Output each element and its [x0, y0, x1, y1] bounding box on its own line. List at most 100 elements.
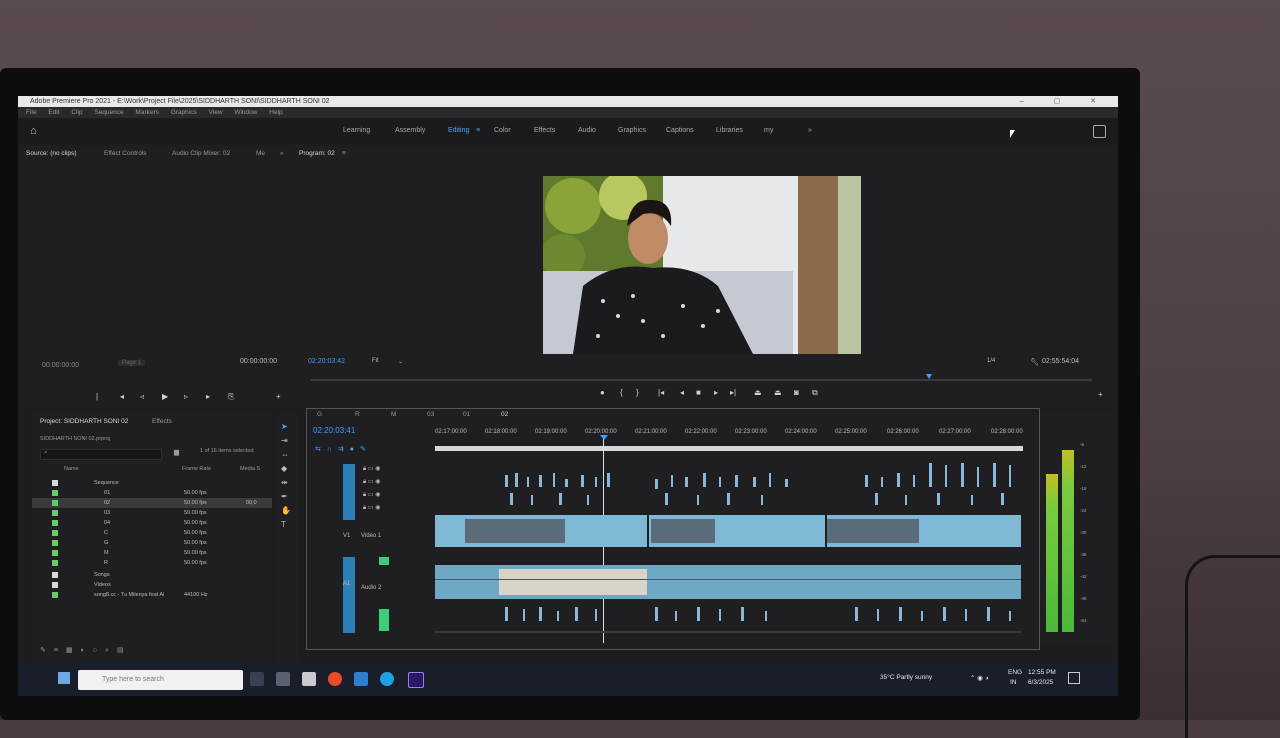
language-indicator[interactable]: ENG — [1008, 669, 1022, 676]
timeline-tool-icons[interactable]: ⇆∩⇉●✎ — [315, 445, 372, 453]
list-item[interactable]: song8.cc - Tu Milenya feat Ai 44100 Hz — [32, 590, 272, 600]
seq-tab-m[interactable]: M — [391, 411, 396, 418]
source-more-icon[interactable]: » — [280, 150, 284, 157]
program-playhead-icon[interactable] — [926, 374, 932, 379]
video-source-patch[interactable] — [343, 464, 355, 520]
taskbar-search-input[interactable]: Type here to search — [78, 670, 243, 690]
menu-graphics[interactable]: Graphics — [171, 109, 197, 116]
list-item[interactable]: R 50.00 fps — [32, 558, 272, 568]
tab-libraries[interactable]: Libraries — [716, 118, 743, 144]
list-item-selected[interactable]: 02 50.00 fps 00;0 — [32, 498, 272, 508]
a1-label[interactable]: A1 — [343, 581, 350, 587]
add-button-icon[interactable]: + — [276, 392, 281, 401]
task-view-icon[interactable] — [250, 672, 264, 686]
program-video-frame[interactable] — [543, 176, 861, 354]
playhead-icon[interactable] — [600, 435, 608, 440]
audio-source-patch[interactable] — [343, 557, 355, 633]
calendar-icon[interactable] — [302, 672, 316, 686]
menu-sequence[interactable]: Sequence — [94, 109, 123, 116]
mail-icon[interactable] — [354, 672, 368, 686]
lift-icon[interactable]: ⏏ — [754, 388, 762, 397]
selection-tool-icon[interactable]: ➤ — [281, 420, 288, 434]
menu-view[interactable]: View — [209, 109, 223, 116]
clock-date[interactable]: 6/3/2025 — [1028, 679, 1053, 686]
edge-icon[interactable] — [380, 672, 394, 686]
notifications-icon[interactable] — [1068, 672, 1080, 684]
fit-chevron-down-icon[interactable]: ⌄ — [398, 358, 403, 365]
project-search-input[interactable] — [40, 449, 162, 460]
tab-source[interactable]: Source: (no clips) — [26, 150, 77, 157]
windows-start-icon[interactable] — [58, 672, 70, 684]
track-lock-eye-icons[interactable]: 🔒︎ ▭ ◉ 🔒︎ ▭ ◉ 🔒︎ ▭ ◉ 🔒︎ ▭ ◉ — [363, 463, 380, 515]
column-name[interactable]: Name — [64, 466, 79, 472]
tab-effects[interactable]: Effects — [534, 118, 555, 144]
seq-tab-r[interactable]: R — [355, 411, 360, 418]
program-add-button-icon[interactable]: + — [1098, 390, 1103, 399]
mark-in-icon[interactable]: { — [620, 388, 623, 397]
frame-back-icon[interactable]: ◃ — [140, 392, 144, 401]
add-marker-icon[interactable]: ● — [600, 388, 605, 397]
tab-graphics[interactable]: Graphics — [618, 118, 646, 144]
menu-help[interactable]: Help — [269, 109, 282, 116]
insert-icon[interactable]: ⎘ — [228, 392, 234, 402]
tab-effect-controls[interactable]: Effect Controls — [104, 150, 147, 157]
step-forward-icon[interactable]: ▸ — [206, 392, 210, 401]
tab-audio[interactable]: Audio — [578, 118, 596, 144]
list-item[interactable]: 04 50.00 fps — [32, 518, 272, 528]
source-timecode-left[interactable]: 00:00:00:00 — [42, 362, 79, 369]
workspace-more-icon[interactable]: » — [808, 118, 812, 144]
tab-color[interactable]: Color — [494, 118, 511, 144]
stop-icon[interactable]: ■ — [696, 388, 701, 397]
project-footer-icons[interactable]: ✎≡▦◐○⌕▤ — [40, 646, 132, 655]
tab-learning[interactable]: Learning — [343, 118, 370, 144]
list-item[interactable]: M 50.00 fps — [32, 548, 272, 558]
play-icon[interactable]: ▶ — [162, 392, 168, 401]
column-frame-rate[interactable]: Frame Rate — [182, 466, 211, 472]
list-item[interactable]: G 50.00 fps — [32, 538, 272, 548]
mute-button[interactable] — [379, 609, 389, 631]
menu-markers[interactable]: Markers — [135, 109, 158, 116]
list-item[interactable]: Songs — [32, 570, 272, 580]
tab-my[interactable]: my — [764, 118, 773, 144]
seq-tab-03[interactable]: 03 — [427, 411, 434, 418]
program-menu-icon[interactable]: ≡ — [342, 150, 346, 157]
brave-browser-icon[interactable] — [328, 672, 342, 686]
export-frame-icon[interactable]: ◙ — [794, 388, 799, 397]
list-item[interactable]: 03 50.00 fps — [32, 508, 272, 518]
column-media[interactable]: Media S — [240, 466, 260, 472]
timeline-tracks[interactable] — [435, 455, 1025, 641]
share-icon[interactable] — [1093, 125, 1106, 138]
menu-edit[interactable]: Edit — [48, 109, 59, 116]
mark-in-icon[interactable]: | — [96, 392, 98, 401]
weather-text[interactable]: 35°C Partly sunny — [880, 674, 932, 681]
window-controls[interactable]: – ▢ ✕ — [1020, 96, 1110, 107]
tab-editing[interactable]: Editing — [448, 118, 469, 144]
file-explorer-icon[interactable] — [276, 672, 290, 686]
menu-window[interactable]: Window — [234, 109, 257, 116]
tab-assembly[interactable]: Assembly — [395, 118, 425, 144]
project-title[interactable]: Project: SIDDHARTH SONI 02 — [40, 418, 128, 425]
home-icon[interactable]: ⌂ — [30, 125, 42, 137]
tray-icons[interactable]: ⌃ ◉ ◑ — [970, 674, 989, 682]
seq-tab-01[interactable]: 01 — [463, 411, 470, 418]
list-item[interactable]: 01 50.00 fps — [32, 488, 272, 498]
step-back-icon[interactable]: ◂ — [120, 392, 124, 401]
timeline-timecode[interactable]: 02:20:03:41 — [313, 426, 355, 435]
program-scrub-bar[interactable] — [310, 379, 1092, 381]
source-page-select[interactable]: Page 1 — [118, 360, 146, 366]
extract-icon[interactable]: ⏏ — [774, 388, 782, 397]
wrench-icon[interactable]: 🔧︎ — [1030, 358, 1039, 366]
go-to-out-icon[interactable]: ▸| — [730, 388, 736, 397]
tab-captions[interactable]: Captions — [666, 118, 694, 144]
list-item[interactable]: Videos — [32, 580, 272, 590]
premiere-pro-icon[interactable] — [408, 672, 424, 688]
project-tab-effects[interactable]: Effects — [152, 418, 172, 425]
step-forward-icon[interactable]: ▸ — [714, 388, 718, 397]
work-area-bar[interactable] — [435, 446, 1023, 451]
program-timecode[interactable]: 02:20:03:42 — [308, 358, 345, 365]
tool-icons[interactable]: ⇥ ⇔ ◆ ⇹ ✒ ✋ T — [281, 434, 291, 532]
mark-out-icon[interactable]: } — [636, 388, 639, 397]
program-title[interactable]: Program: 02 — [299, 150, 335, 157]
menu-file[interactable]: File — [26, 109, 36, 116]
clock-time[interactable]: 12:55 PM — [1028, 669, 1056, 676]
